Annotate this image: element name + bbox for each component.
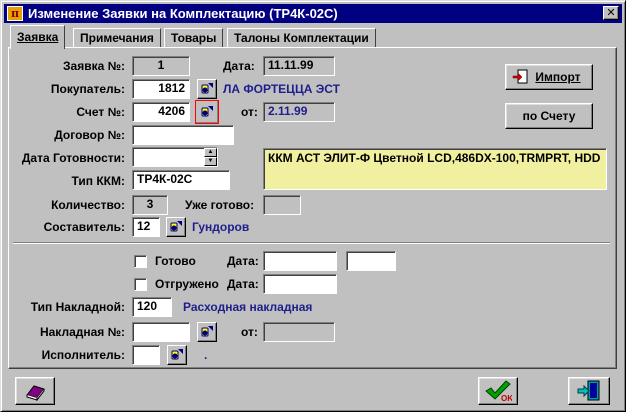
invoice-date-value: 2.11.99 [263,102,335,122]
ready-time-input[interactable] [346,251,396,271]
ready-checkbox[interactable] [134,255,147,268]
exit-door-icon [577,380,600,401]
ready-date2-input[interactable] [263,251,337,271]
import-button[interactable]: Импорт [505,64,593,90]
ready-date2-label: Дата: [227,254,259,268]
waybill-type-code-input[interactable]: 120 [132,297,172,317]
date-value: 11.11.99 [263,56,335,76]
quantity-label: Количество: [51,198,125,212]
waybill-from-label: от: [241,325,258,339]
quantity-value: 3 [132,195,168,215]
book-icon [26,385,45,401]
executor-code-input[interactable] [132,345,160,365]
ready-already-label: Уже готово: [185,198,255,212]
zayavka-label: Заявка №: [63,59,125,73]
contract-input[interactable] [132,125,234,145]
waybill-type-name: Расходная накладная [183,300,313,314]
shipped-checkbox-label: Отгружено [155,277,219,291]
buyer-lookup-icon[interactable] [197,79,217,99]
buyer-code-input[interactable]: 1812 [132,79,190,99]
executor-label: Исполнитель: [41,348,125,362]
ok-button[interactable]: OK [478,377,518,405]
tab-zayavka[interactable]: Заявка [10,25,66,49]
contract-label: Договор №: [54,128,125,142]
title-bar[interactable]: π Изменение Заявки на Комплектацию (ТР4К… [4,4,622,23]
invoice-label: Счет №: [76,105,125,119]
buyer-label: Покупатель: [50,82,125,96]
kkm-type-input[interactable]: ТР4К-02С [132,170,230,190]
application-window: π Изменение Заявки на Комплектацию (ТР4К… [0,0,626,412]
author-name: Гундоров [192,220,250,234]
ok-check-icon: OK [485,380,512,402]
window-title: Изменение Заявки на Комплектацию (ТР4К-0… [28,6,338,21]
author-label: Составитель: [43,220,125,234]
app-icon[interactable]: π [7,6,23,21]
shipped-checkbox[interactable] [134,278,147,291]
ready-already-value [263,195,301,215]
by-invoice-button[interactable]: по Счету [505,103,593,129]
waybill-type-label: Тип Накладной: [30,300,125,314]
kkm-type-label: Тип ККМ: [71,174,125,188]
kkm-description: ККМ АСТ ЭЛИТ-Ф Цветной LCD,486DX-100,TRM… [263,148,607,190]
import-icon [512,69,528,84]
zayavka-number: 1 [132,56,190,76]
shipped-date-input[interactable] [263,274,337,294]
ready-date-label: Дата Готовности: [21,151,125,165]
section-divider [13,242,610,244]
book-button[interactable] [15,377,55,405]
exit-button[interactable] [568,377,610,405]
buyer-name: ЛА ФОРТЕЦЦА ЭСТ [223,82,340,96]
invoice-lookup-icon[interactable] [195,100,219,124]
spinner-up-icon[interactable]: ▲ [204,148,217,157]
executor-lookup-icon[interactable] [167,345,187,365]
tab-talony[interactable]: Талоны Комплектации [227,28,376,48]
ready-date-spinner[interactable]: ▲ ▼ [204,148,217,166]
spinner-down-icon[interactable]: ▼ [204,157,217,166]
author-code-input[interactable]: 12 [132,217,160,237]
ready-checkbox-label: Готово [155,254,196,268]
invoice-number-input[interactable]: 4206 [132,102,190,122]
waybill-no-label: Накладная №: [39,325,125,339]
invoice-from-label: от: [241,105,258,119]
author-lookup-icon[interactable] [166,217,186,237]
executor-name: . [204,348,208,362]
tab-tovary[interactable]: Товары [164,28,224,48]
waybill-date-value [263,322,335,342]
close-icon[interactable]: ✕ [603,6,619,20]
waybill-lookup-icon[interactable] [197,322,217,342]
shipped-date-label: Дата: [227,277,259,291]
tab-primechaniya[interactable]: Примечания [73,28,161,48]
waybill-no-input[interactable] [132,322,190,342]
svg-text:OK: OK [501,394,512,402]
date-label: Дата: [223,59,255,73]
